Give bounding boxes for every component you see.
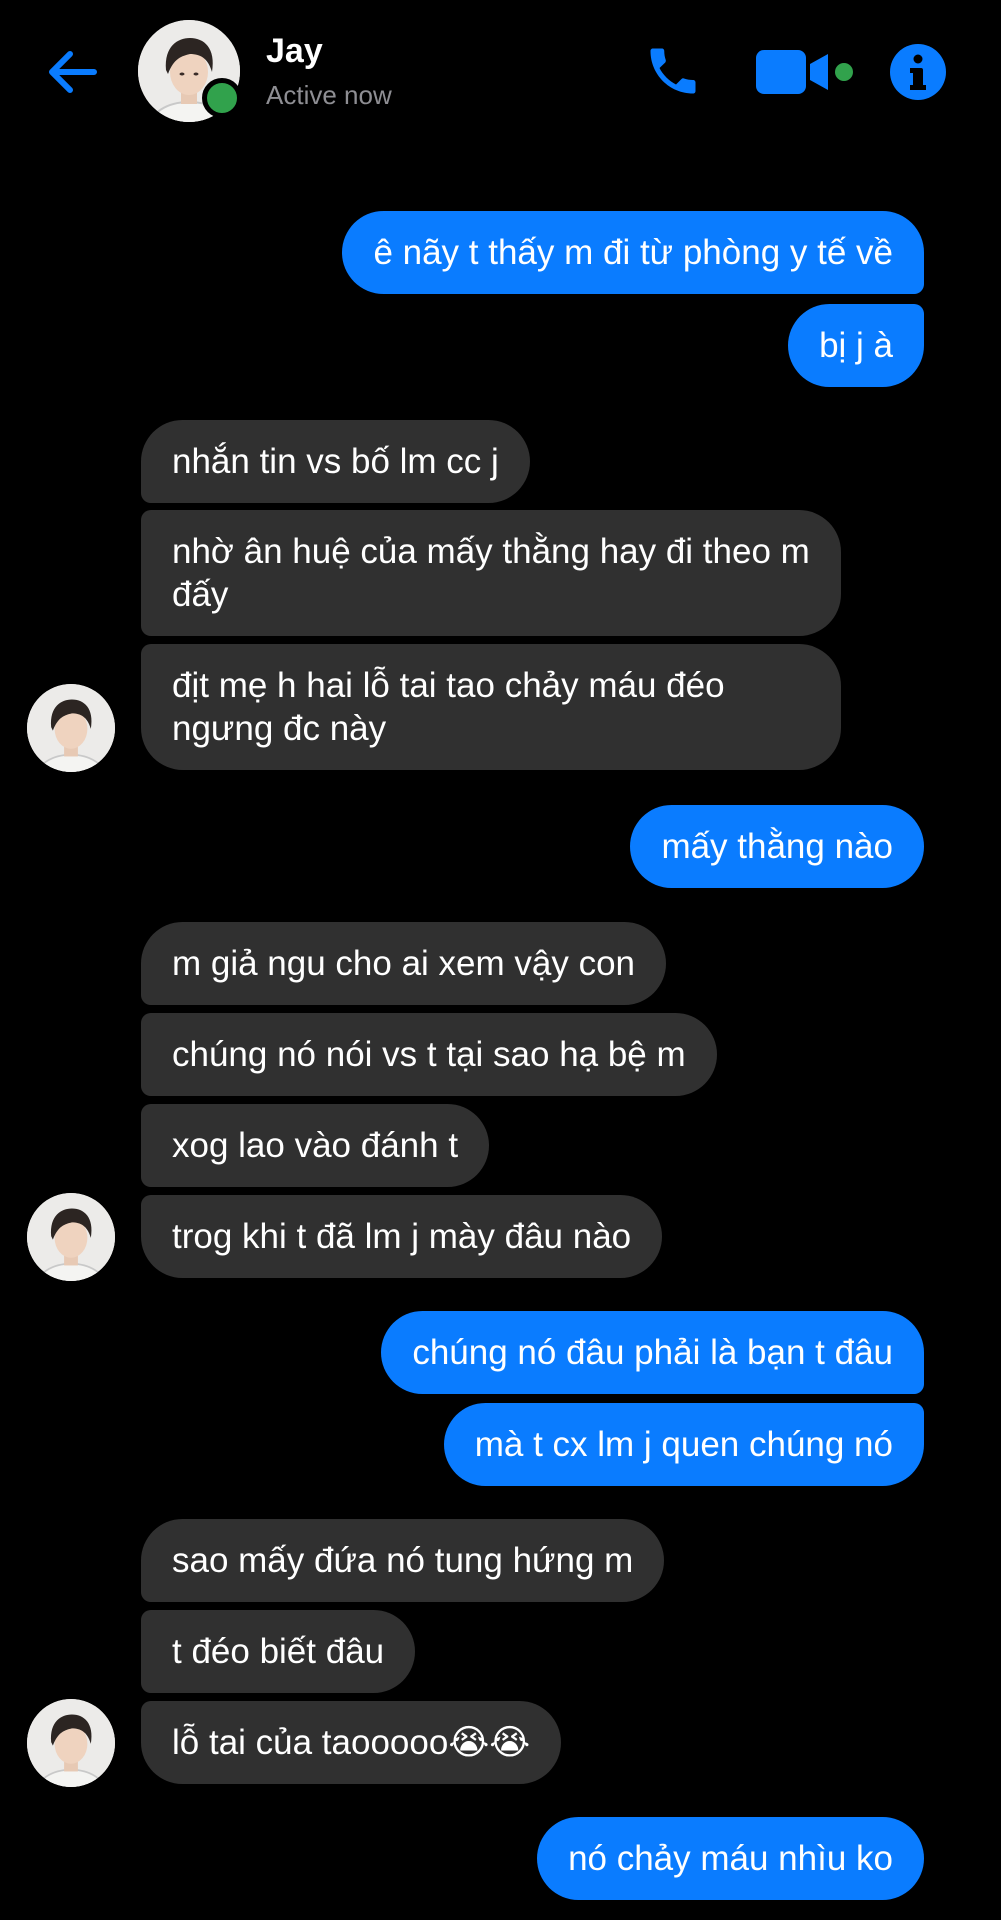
- sender-avatar[interactable]: [27, 1699, 115, 1787]
- message-bubble-outgoing[interactable]: chúng nó đâu phải là bạn t đâu: [381, 1311, 924, 1394]
- video-call-button[interactable]: [752, 42, 856, 102]
- message-bubble-incoming[interactable]: trog khi t đã lm j mày đâu nào: [141, 1195, 663, 1278]
- message-bubble-outgoing[interactable]: nó chảy máu nhìu ko: [537, 1817, 924, 1900]
- message-bubble-incoming[interactable]: lỗ tai của taooooo😭😭: [141, 1701, 562, 1784]
- message-bubble-incoming[interactable]: địt mẹ h hai lỗ tai tao chảy máu đéo ngư…: [141, 644, 841, 770]
- contact-avatar[interactable]: [138, 20, 242, 122]
- voice-call-button[interactable]: [638, 36, 708, 106]
- message-bubble-outgoing[interactable]: mà t cx lm j quen chúng nó: [443, 1403, 924, 1486]
- contact-name[interactable]: Jay: [266, 32, 323, 71]
- message-bubble-outgoing[interactable]: bị j à: [788, 304, 924, 387]
- message-bubble-incoming[interactable]: nhắn tin vs bố lm cc j: [141, 420, 530, 503]
- video-camera-icon: [756, 50, 853, 94]
- sender-avatar[interactable]: [27, 1193, 115, 1281]
- back-arrow-icon: [49, 51, 97, 93]
- active-status: Active now: [266, 80, 392, 110]
- message-bubble-incoming[interactable]: nhờ ân huệ của mấy thằng hay đi theo m đ…: [141, 510, 841, 636]
- online-status-dot: [202, 78, 242, 118]
- back-button[interactable]: [40, 40, 104, 104]
- info-button[interactable]: [886, 40, 950, 104]
- info-icon: [890, 44, 946, 100]
- phone-icon: [650, 48, 696, 94]
- message-bubble-incoming[interactable]: xog lao vào đánh t: [141, 1104, 490, 1187]
- chat-header: Jay Active now: [0, 0, 1001, 140]
- message-bubble-incoming[interactable]: sao mấy đứa nó tung hứng m: [141, 1519, 665, 1602]
- message-bubble-incoming[interactable]: chúng nó nói vs t tại sao hạ bệ m: [141, 1013, 717, 1096]
- message-bubble-outgoing[interactable]: mấy thằng nào: [630, 805, 924, 888]
- message-bubble-incoming[interactable]: t đéo biết đâu: [141, 1610, 416, 1693]
- message-bubble-outgoing[interactable]: ê nãy t thấy m đi từ phòng y tế về: [342, 211, 924, 294]
- message-bubble-incoming[interactable]: m giả ngu cho ai xem vậy con: [141, 922, 667, 1005]
- sender-avatar[interactable]: [27, 684, 115, 772]
